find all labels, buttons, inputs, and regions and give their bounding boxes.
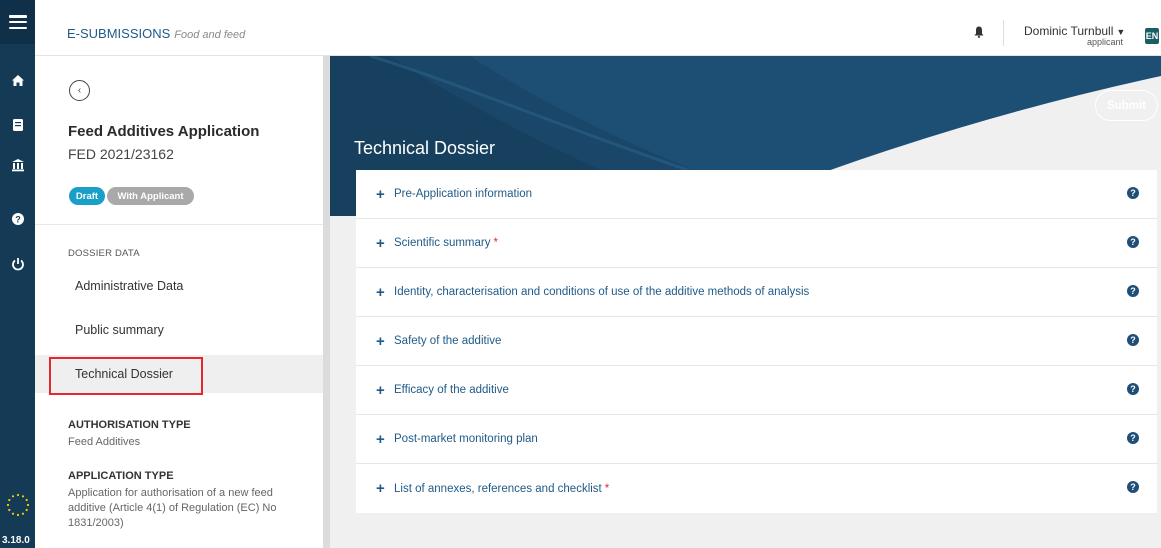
section-label: Identity, characterisation and condition… <box>394 286 810 298</box>
header-divider <box>1003 20 1004 46</box>
section-row[interactable]: + Post-market monitoring plan ? <box>356 415 1157 464</box>
brand-subtitle: Food and feed <box>174 29 246 41</box>
expand-icon: + <box>376 381 385 399</box>
highlight-box <box>49 357 203 395</box>
chevron-down-icon: ▼ <box>1116 27 1126 37</box>
expand-icon: + <box>376 185 385 203</box>
section-label: Efficacy of the additive <box>394 384 509 396</box>
menu-button[interactable] <box>0 0 35 44</box>
document-icon[interactable] <box>0 115 35 135</box>
expand-icon: + <box>376 430 385 448</box>
status-badge-draft: Draft <box>69 187 105 205</box>
help-icon[interactable]: ? <box>1127 187 1139 199</box>
section-label: Scientific summary <box>394 237 491 249</box>
help-icon[interactable]: ? <box>0 209 35 229</box>
home-icon[interactable] <box>0 70 35 90</box>
top-bar: E-SUBMISSIONS Food and feed Dominic Turnb… <box>35 0 1161 56</box>
eu-stars-logo <box>6 493 30 517</box>
expand-icon: + <box>376 480 385 497</box>
side-panel: ‹ Feed Additives Application FED 2021/23… <box>35 56 323 548</box>
bank-icon[interactable] <box>0 155 35 175</box>
application-type-value: Application for authorisation of a new f… <box>68 487 277 529</box>
nav-item-administrative-data[interactable]: Administrative Data <box>35 267 323 305</box>
menu-icon <box>8 15 27 29</box>
brand[interactable]: E-SUBMISSIONS Food and feed <box>67 26 245 41</box>
help-icon[interactable]: ? <box>1127 383 1139 395</box>
bell-icon[interactable] <box>974 25 984 43</box>
brand-title: E-SUBMISSIONS <box>67 26 171 41</box>
section-label: List of annexes, references and checklis… <box>394 482 602 495</box>
divider <box>35 224 323 225</box>
svg-text:?: ? <box>15 215 21 225</box>
submit-button[interactable]: Submit <box>1095 90 1158 121</box>
section-row[interactable]: + Scientific summary * ? <box>356 219 1157 268</box>
expand-icon: + <box>376 234 385 252</box>
section-label: Pre-Application information <box>394 188 533 200</box>
authorisation-type-label: AUTHORISATION TYPE <box>68 419 191 431</box>
help-icon[interactable]: ? <box>1127 236 1139 248</box>
language-selector[interactable]: EN <box>1145 28 1159 44</box>
dossier-data-label: DOSSIER DATA <box>68 248 140 259</box>
application-reference: FED 2021/23162 <box>68 146 174 162</box>
panel-splitter[interactable] <box>323 56 330 548</box>
dossier-sections: + Pre-Application information ? + Scient… <box>356 170 1157 513</box>
back-button[interactable]: ‹ <box>69 80 90 101</box>
chevron-left-icon: ‹ <box>77 85 82 96</box>
nav-item-public-summary[interactable]: Public summary <box>35 311 323 349</box>
main-content: Technical Dossier Submit + Pre-Applicati… <box>330 56 1161 548</box>
help-icon[interactable]: ? <box>1127 432 1139 444</box>
required-marker: * <box>493 237 498 249</box>
power-icon[interactable] <box>0 254 35 274</box>
expand-icon: + <box>376 283 385 301</box>
section-row[interactable]: + Identity, characterisation and conditi… <box>356 268 1157 317</box>
section-row[interactable]: + Safety of the additive ? <box>356 317 1157 366</box>
section-label: Post-market monitoring plan <box>394 433 538 445</box>
section-row[interactable]: + List of annexes, references and checkl… <box>356 464 1157 513</box>
user-menu[interactable]: Dominic Turnbull ▼ <box>1024 24 1125 38</box>
version-label: 3.18.0 <box>2 535 30 546</box>
help-icon[interactable]: ? <box>1127 334 1139 346</box>
required-marker: * <box>604 482 610 495</box>
help-icon[interactable]: ? <box>1127 285 1139 297</box>
application-type-label: APPLICATION TYPE <box>68 470 174 482</box>
section-row[interactable]: + Pre-Application information ? <box>356 170 1157 219</box>
left-rail: ? 3.18.0 <box>0 0 35 548</box>
authorisation-type-value: Feed Additives <box>68 436 141 448</box>
help-icon[interactable]: ? <box>1127 481 1139 493</box>
section-label: Safety of the additive <box>394 335 502 347</box>
section-row[interactable]: + Efficacy of the additive ? <box>356 366 1157 415</box>
page-title: Technical Dossier <box>354 138 496 158</box>
user-role: applicant <box>1087 37 1124 47</box>
user-name: Dominic Turnbull <box>1024 24 1114 38</box>
expand-icon: + <box>376 332 385 350</box>
application-title: Feed Additives Application <box>68 123 260 140</box>
status-badge-with-applicant: With Applicant <box>107 187 194 205</box>
